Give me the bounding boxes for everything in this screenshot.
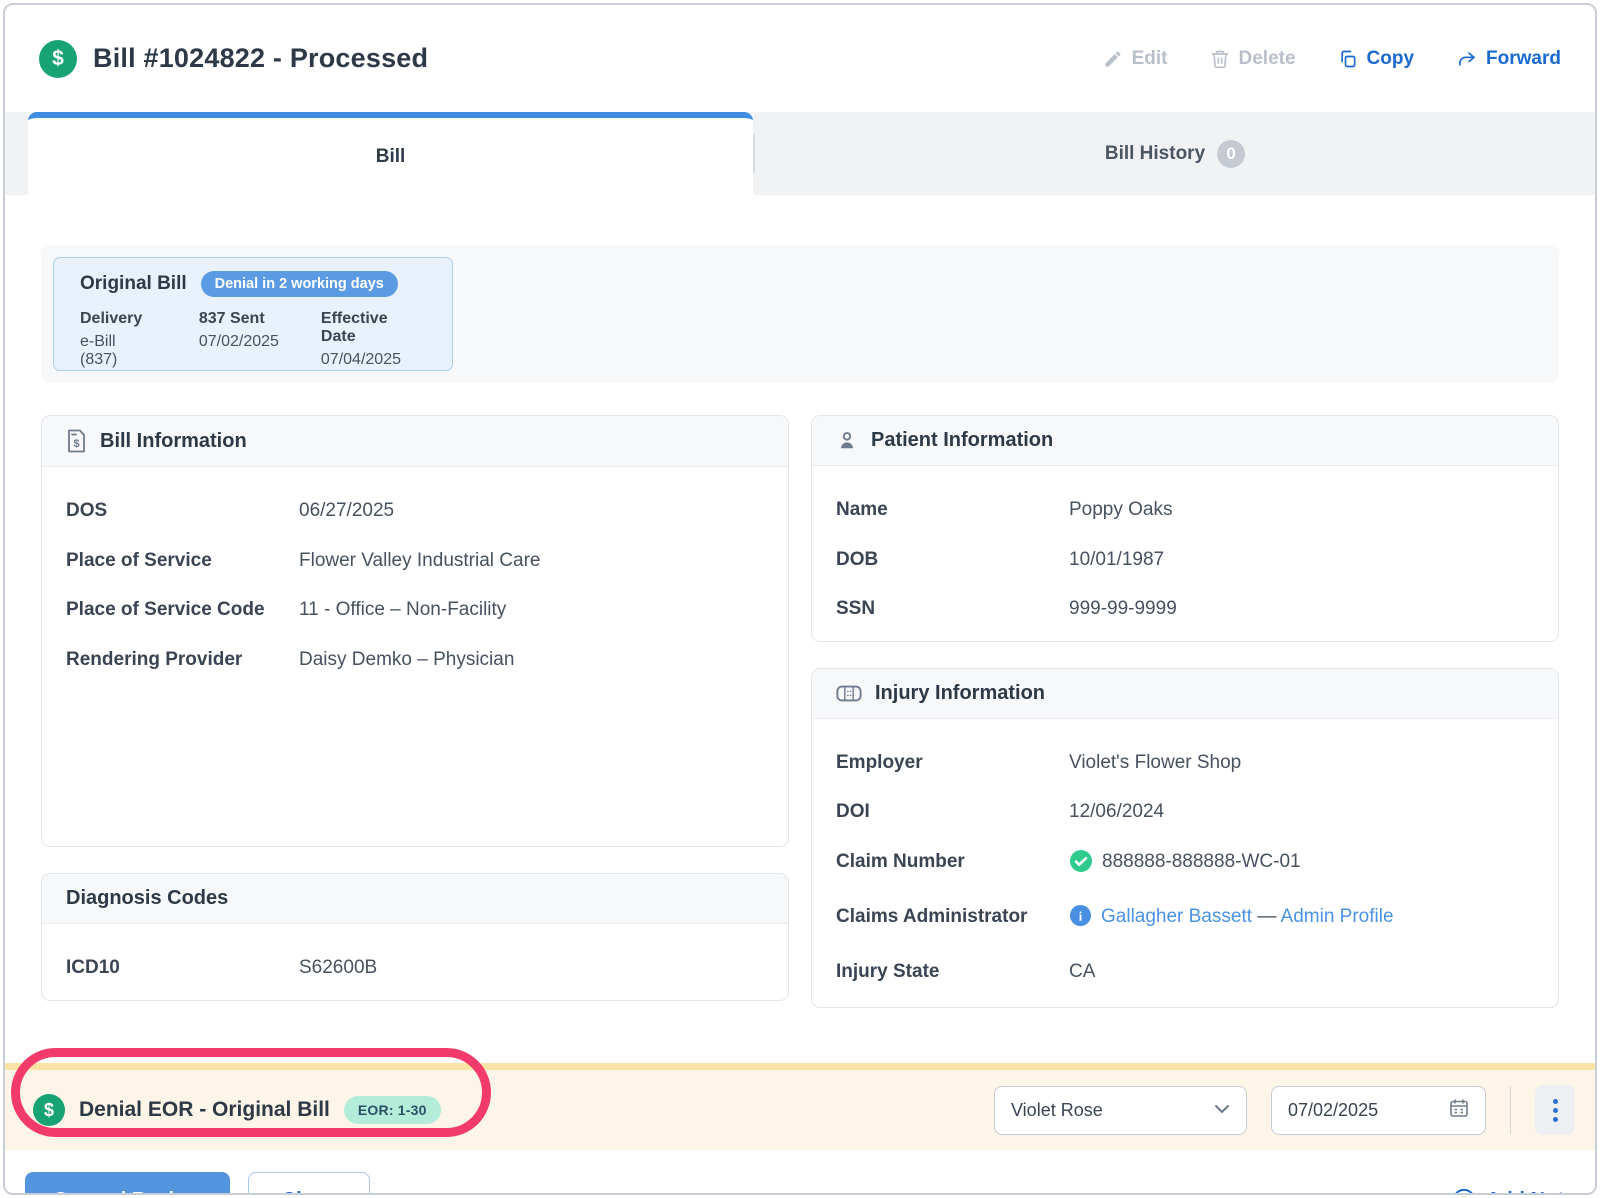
rendering-provider-row: Rendering Provider Daisy Demko – Physici… bbox=[66, 646, 764, 674]
dollar-icon: $ bbox=[39, 40, 77, 78]
section-title: Injury Information bbox=[875, 682, 1045, 705]
svg-text:$: $ bbox=[73, 438, 79, 450]
trash-icon bbox=[1210, 49, 1230, 69]
forward-arrow-icon bbox=[1456, 49, 1477, 69]
original-bill-card[interactable]: Original Bill Denial in 2 working days D… bbox=[53, 257, 453, 371]
diagnosis-codes-card: Diagnosis Codes ICD10 S62600B bbox=[41, 873, 789, 1001]
place-of-service-row: Place of Service Flower Valley Industria… bbox=[66, 547, 764, 575]
eor-date-input[interactable] bbox=[1288, 1100, 1428, 1121]
amber-accent-strip bbox=[5, 1063, 1595, 1070]
section-title: Diagnosis Codes bbox=[66, 887, 228, 910]
tab-bar: Bill Bill History 0 bbox=[5, 112, 1595, 195]
denial-eor-bar: $ Denial EOR - Original Bill EOR: 1-30 V… bbox=[5, 1070, 1595, 1150]
info-circle-icon: i bbox=[1069, 904, 1092, 936]
tab-bill-history-label: Bill History bbox=[1105, 143, 1205, 165]
denial-eor-section: $ Denial EOR - Original Bill EOR: 1-30 V… bbox=[5, 1063, 1595, 1150]
delete-button[interactable]: Delete bbox=[1210, 48, 1296, 70]
edit-label: Edit bbox=[1132, 48, 1168, 70]
forward-button[interactable]: Forward bbox=[1456, 48, 1561, 70]
bill-timeline-strip: Original Bill Denial in 2 working days D… bbox=[41, 245, 1559, 383]
injury-information-card: Injury Information Employer Violet's Flo… bbox=[811, 668, 1559, 1008]
close-button[interactable]: Close bbox=[248, 1172, 370, 1195]
reviewer-selected-value: Violet Rose bbox=[1011, 1100, 1103, 1121]
speech-bubble-icon bbox=[1452, 1186, 1476, 1196]
bill-detail-page: $ Bill #1024822 - Processed Edit Delete … bbox=[3, 3, 1597, 1195]
link-separator: — bbox=[1257, 906, 1276, 927]
place-of-service-code-row: Place of Service Code 11 - Office – Non-… bbox=[66, 596, 764, 624]
copy-button[interactable]: Copy bbox=[1338, 48, 1415, 70]
chevron-down-icon bbox=[1214, 1101, 1230, 1119]
doi-row: DOI 12/06/2024 bbox=[836, 798, 1534, 826]
add-note-button[interactable]: Add Note bbox=[1452, 1186, 1575, 1196]
claims-admin-company-link[interactable]: Gallagher Bassett bbox=[1101, 906, 1252, 927]
copy-icon bbox=[1338, 49, 1358, 69]
forward-label: Forward bbox=[1486, 48, 1561, 70]
vertical-divider bbox=[1510, 1086, 1511, 1134]
copy-label: Copy bbox=[1367, 48, 1415, 70]
kebab-icon bbox=[1553, 1099, 1558, 1104]
reviewer-select[interactable]: Violet Rose bbox=[994, 1086, 1247, 1135]
employer-row: Employer Violet's Flower Shop bbox=[836, 749, 1534, 777]
original-bill-title: Original Bill bbox=[80, 273, 187, 295]
bill-history-count-badge: 0 bbox=[1217, 140, 1245, 168]
calendar-icon bbox=[1449, 1098, 1469, 1123]
main-content: Original Bill Denial in 2 working days D… bbox=[5, 245, 1595, 1063]
denial-badge: Denial in 2 working days bbox=[201, 271, 398, 297]
pencil-icon bbox=[1103, 49, 1123, 69]
name-row: Name Poppy Oaks bbox=[836, 496, 1534, 524]
dob-row: DOB 10/01/1987 bbox=[836, 546, 1534, 574]
bill-information-card: $ Bill Information DOS 06/27/2025 Place … bbox=[41, 415, 789, 847]
icd10-row: ICD10 S62600B bbox=[66, 954, 764, 982]
second-review-button[interactable]: Second Review bbox=[25, 1172, 230, 1195]
claim-number-row: Claim Number 888888-888888-WC-01 bbox=[836, 848, 1534, 882]
delete-label: Delete bbox=[1239, 48, 1296, 70]
eor-date-field[interactable] bbox=[1271, 1086, 1486, 1135]
receipt-dollar-icon: $ bbox=[66, 429, 87, 453]
add-note-label: Add Note bbox=[1486, 1189, 1575, 1195]
sent-837-field: 837 Sent 07/02/2025 bbox=[199, 310, 279, 369]
delivery-field: Delivery e-Bill (837) bbox=[80, 310, 157, 369]
dos-row: DOS 06/27/2025 bbox=[66, 497, 764, 525]
section-title: Bill Information bbox=[100, 430, 247, 453]
tab-bill-label: Bill bbox=[376, 146, 406, 168]
edit-button[interactable]: Edit bbox=[1103, 48, 1168, 70]
dollar-icon: $ bbox=[33, 1094, 65, 1126]
effective-date-field: Effective Date 07/04/2025 bbox=[321, 310, 426, 369]
bottom-actions-bar: Second Review Close Add Note bbox=[5, 1150, 1595, 1195]
svg-text:i: i bbox=[1079, 910, 1083, 924]
check-circle-icon bbox=[1069, 849, 1093, 882]
page-title: Bill #1024822 - Processed bbox=[93, 43, 428, 74]
claim-number-value: 888888-888888-WC-01 bbox=[1102, 848, 1301, 876]
denial-eor-title: Denial EOR - Original Bill bbox=[79, 1098, 330, 1122]
patient-icon bbox=[836, 429, 858, 452]
claims-administrator-row: Claims Administrator i Gallagher Bassett… bbox=[836, 903, 1534, 936]
bandage-icon bbox=[836, 685, 862, 702]
patient-information-card: Patient Information Name Poppy Oaks DOB … bbox=[811, 415, 1559, 642]
section-title: Patient Information bbox=[871, 429, 1053, 452]
tab-bill[interactable]: Bill bbox=[28, 112, 753, 195]
tab-bill-history[interactable]: Bill History 0 bbox=[755, 112, 1595, 195]
kebab-menu-button[interactable] bbox=[1535, 1085, 1575, 1135]
ssn-row: SSN 999-99-9999 bbox=[836, 595, 1534, 623]
admin-profile-link[interactable]: Admin Profile bbox=[1281, 906, 1394, 927]
page-header: $ Bill #1024822 - Processed Edit Delete … bbox=[5, 5, 1595, 112]
injury-state-row: Injury State CA bbox=[836, 958, 1534, 986]
eor-range-badge: EOR: 1-30 bbox=[344, 1096, 441, 1124]
